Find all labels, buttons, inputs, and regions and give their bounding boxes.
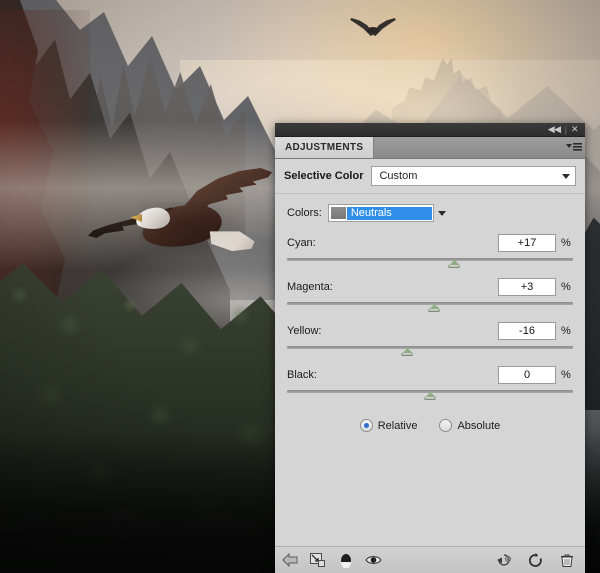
thumb-base: [428, 309, 440, 312]
panel-menu-button[interactable]: [563, 137, 585, 158]
colors-dropdown[interactable]: Neutrals: [327, 204, 434, 222]
preset-row: Selective Color Custom: [275, 159, 585, 194]
slider-black-unit: %: [561, 369, 571, 381]
slider-black-label: Black:: [287, 369, 317, 381]
colors-selected-value: Neutrals: [346, 206, 432, 220]
footer-right-icons: [496, 552, 579, 569]
colors-dropdown-arrow[interactable]: [434, 210, 450, 216]
slider-cyan-thumb[interactable]: [448, 260, 460, 268]
radio-absolute-indicator: [439, 419, 453, 432]
slider-yellow-unit: %: [561, 325, 571, 337]
slider-magenta-thumb[interactable]: [428, 304, 440, 312]
return-to-adjustment-list-icon[interactable]: [281, 552, 298, 569]
slider-magenta-value-wrap: +3 %: [498, 278, 573, 296]
adjustment-title: Selective Color: [284, 170, 364, 182]
colors-row: Colors: Neutrals: [287, 204, 573, 222]
tab-adjustments-label: ADJUSTMENTS: [285, 142, 364, 153]
chevron-down-icon: [437, 210, 446, 216]
slider-cyan-label: Cyan:: [287, 237, 316, 249]
panel-body: Colors: Neutrals Cyan: +17 % Magenta: +3…: [275, 194, 585, 432]
adjustments-panel: ◀◀ | ✕ ADJUSTMENTS Selective Color Custo: [275, 123, 585, 573]
preset-dropdown[interactable]: Custom: [371, 166, 576, 186]
colors-label: Colors:: [287, 207, 322, 219]
tab-adjustments[interactable]: ADJUSTMENTS: [275, 137, 375, 158]
slider-yellow-track: [287, 346, 573, 349]
slider-cyan-unit: %: [561, 237, 571, 249]
slider-black-thumb[interactable]: [424, 392, 436, 400]
panel-footer-toolbar: [275, 546, 585, 573]
panel-tab-row: ADJUSTMENTS: [275, 137, 585, 159]
slider-magenta-unit: %: [561, 281, 571, 293]
panel-menu-icon: [566, 143, 582, 151]
slider-black-head: Black: 0 %: [287, 366, 573, 384]
radio-absolute-label: Absolute: [457, 419, 501, 432]
slider-yellow-head: Yellow: -16 %: [287, 322, 573, 340]
thumb-base: [424, 397, 436, 400]
slider-magenta-input[interactable]: +3: [498, 278, 556, 296]
thumb-base: [401, 353, 413, 356]
slider-cyan-track-wrap[interactable]: [287, 257, 573, 269]
slider-yellow: Yellow: -16 %: [287, 322, 573, 357]
slider-yellow-value-wrap: -16 %: [498, 322, 573, 340]
method-radio-group: Relative Absolute: [287, 419, 573, 432]
slider-black-value-wrap: 0 %: [498, 366, 573, 384]
radio-absolute[interactable]: Absolute: [439, 419, 500, 432]
radio-relative-label: Relative: [377, 419, 418, 432]
preset-dropdown-value: Custom: [379, 170, 418, 182]
slider-yellow-thumb[interactable]: [401, 348, 413, 356]
thumb-base: [448, 265, 460, 268]
slider-cyan-head: Cyan: +17 %: [287, 234, 573, 252]
footer-left-icons: [281, 552, 382, 569]
chevron-down-icon: [562, 173, 570, 179]
slider-black-track-wrap[interactable]: [287, 389, 573, 401]
screenshot-root: ◀◀ | ✕ ADJUSTMENTS Selective Color Custo: [0, 0, 600, 573]
clip-to-layer-icon[interactable]: [309, 552, 326, 569]
toggle-layer-visibility-icon[interactable]: [365, 552, 382, 569]
view-previous-state-icon[interactable]: [496, 552, 513, 569]
tab-row-filler: [374, 137, 563, 158]
panel-window-titlebar: ◀◀ | ✕: [275, 123, 585, 137]
slider-yellow-input[interactable]: -16: [498, 322, 556, 340]
slider-cyan-track: [287, 258, 573, 261]
radio-relative[interactable]: Relative: [359, 419, 418, 432]
slider-black-input[interactable]: 0: [498, 366, 556, 384]
slider-magenta-label: Magenta:: [287, 281, 333, 293]
toggle-layer-mask-icon[interactable]: [337, 552, 354, 569]
collapse-panel-icon[interactable]: ◀◀: [545, 125, 564, 134]
close-panel-icon[interactable]: ✕: [568, 125, 581, 134]
slider-yellow-label: Yellow:: [287, 325, 322, 337]
slider-magenta-head: Magenta: +3 %: [287, 278, 573, 296]
slider-magenta: Magenta: +3 %: [287, 278, 573, 313]
slider-cyan-value-wrap: +17 %: [498, 234, 573, 252]
delete-adjustment-layer-icon[interactable]: [558, 552, 575, 569]
slider-cyan-input[interactable]: +17: [498, 234, 556, 252]
reset-adjustment-icon[interactable]: [527, 552, 544, 569]
colors-swatch: [330, 207, 346, 219]
slider-yellow-track-wrap[interactable]: [287, 345, 573, 357]
slider-magenta-track-wrap[interactable]: [287, 301, 573, 313]
slider-cyan: Cyan: +17 %: [287, 234, 573, 269]
slider-black: Black: 0 %: [287, 366, 573, 401]
radio-relative-indicator: [359, 419, 373, 432]
